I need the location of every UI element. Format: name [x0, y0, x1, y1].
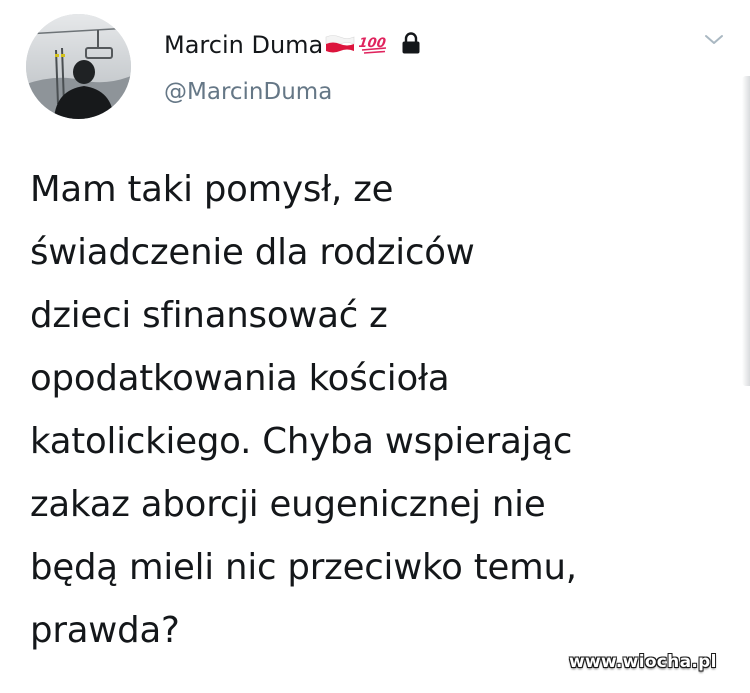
- scrollbar[interactable]: [742, 76, 750, 386]
- hundred-points-icon: 100: [359, 36, 387, 54]
- tweet-text-line: zakaz aborcji eugenicznej nie: [30, 484, 546, 525]
- watermark: www.wiocha.pl: [569, 652, 717, 672]
- avatar-photo: [26, 14, 131, 119]
- tweet-text-line: dzieci sfinansować z: [30, 295, 388, 336]
- tweet-text-line: katolickiego. Chyba wspierając: [30, 421, 573, 462]
- tweet-text: Mam taki pomysł, ze świadczenie dla rodz…: [30, 158, 730, 662]
- tweet-text-line: świadczenie dla rodziców: [30, 232, 475, 273]
- display-name[interactable]: Marcin Duma: [164, 31, 323, 59]
- user-handle[interactable]: @MarcinDuma: [164, 76, 332, 108]
- tweet-text-line: Mam taki pomysł, ze: [30, 169, 394, 210]
- tweet-card: Marcin Duma 100 @MarcinDuma Mam taki pom…: [0, 0, 750, 693]
- tweet-text-line: będą mieli nic przeciwko temu,: [30, 547, 577, 588]
- chevron-down-icon[interactable]: [703, 31, 725, 47]
- lock-icon: [402, 32, 420, 54]
- poland-flag-icon: [325, 35, 355, 53]
- tweet-text-line: opodatkowania kościoła: [30, 358, 450, 399]
- author-name-row[interactable]: Marcin Duma 100: [164, 29, 421, 61]
- avatar[interactable]: [26, 14, 131, 119]
